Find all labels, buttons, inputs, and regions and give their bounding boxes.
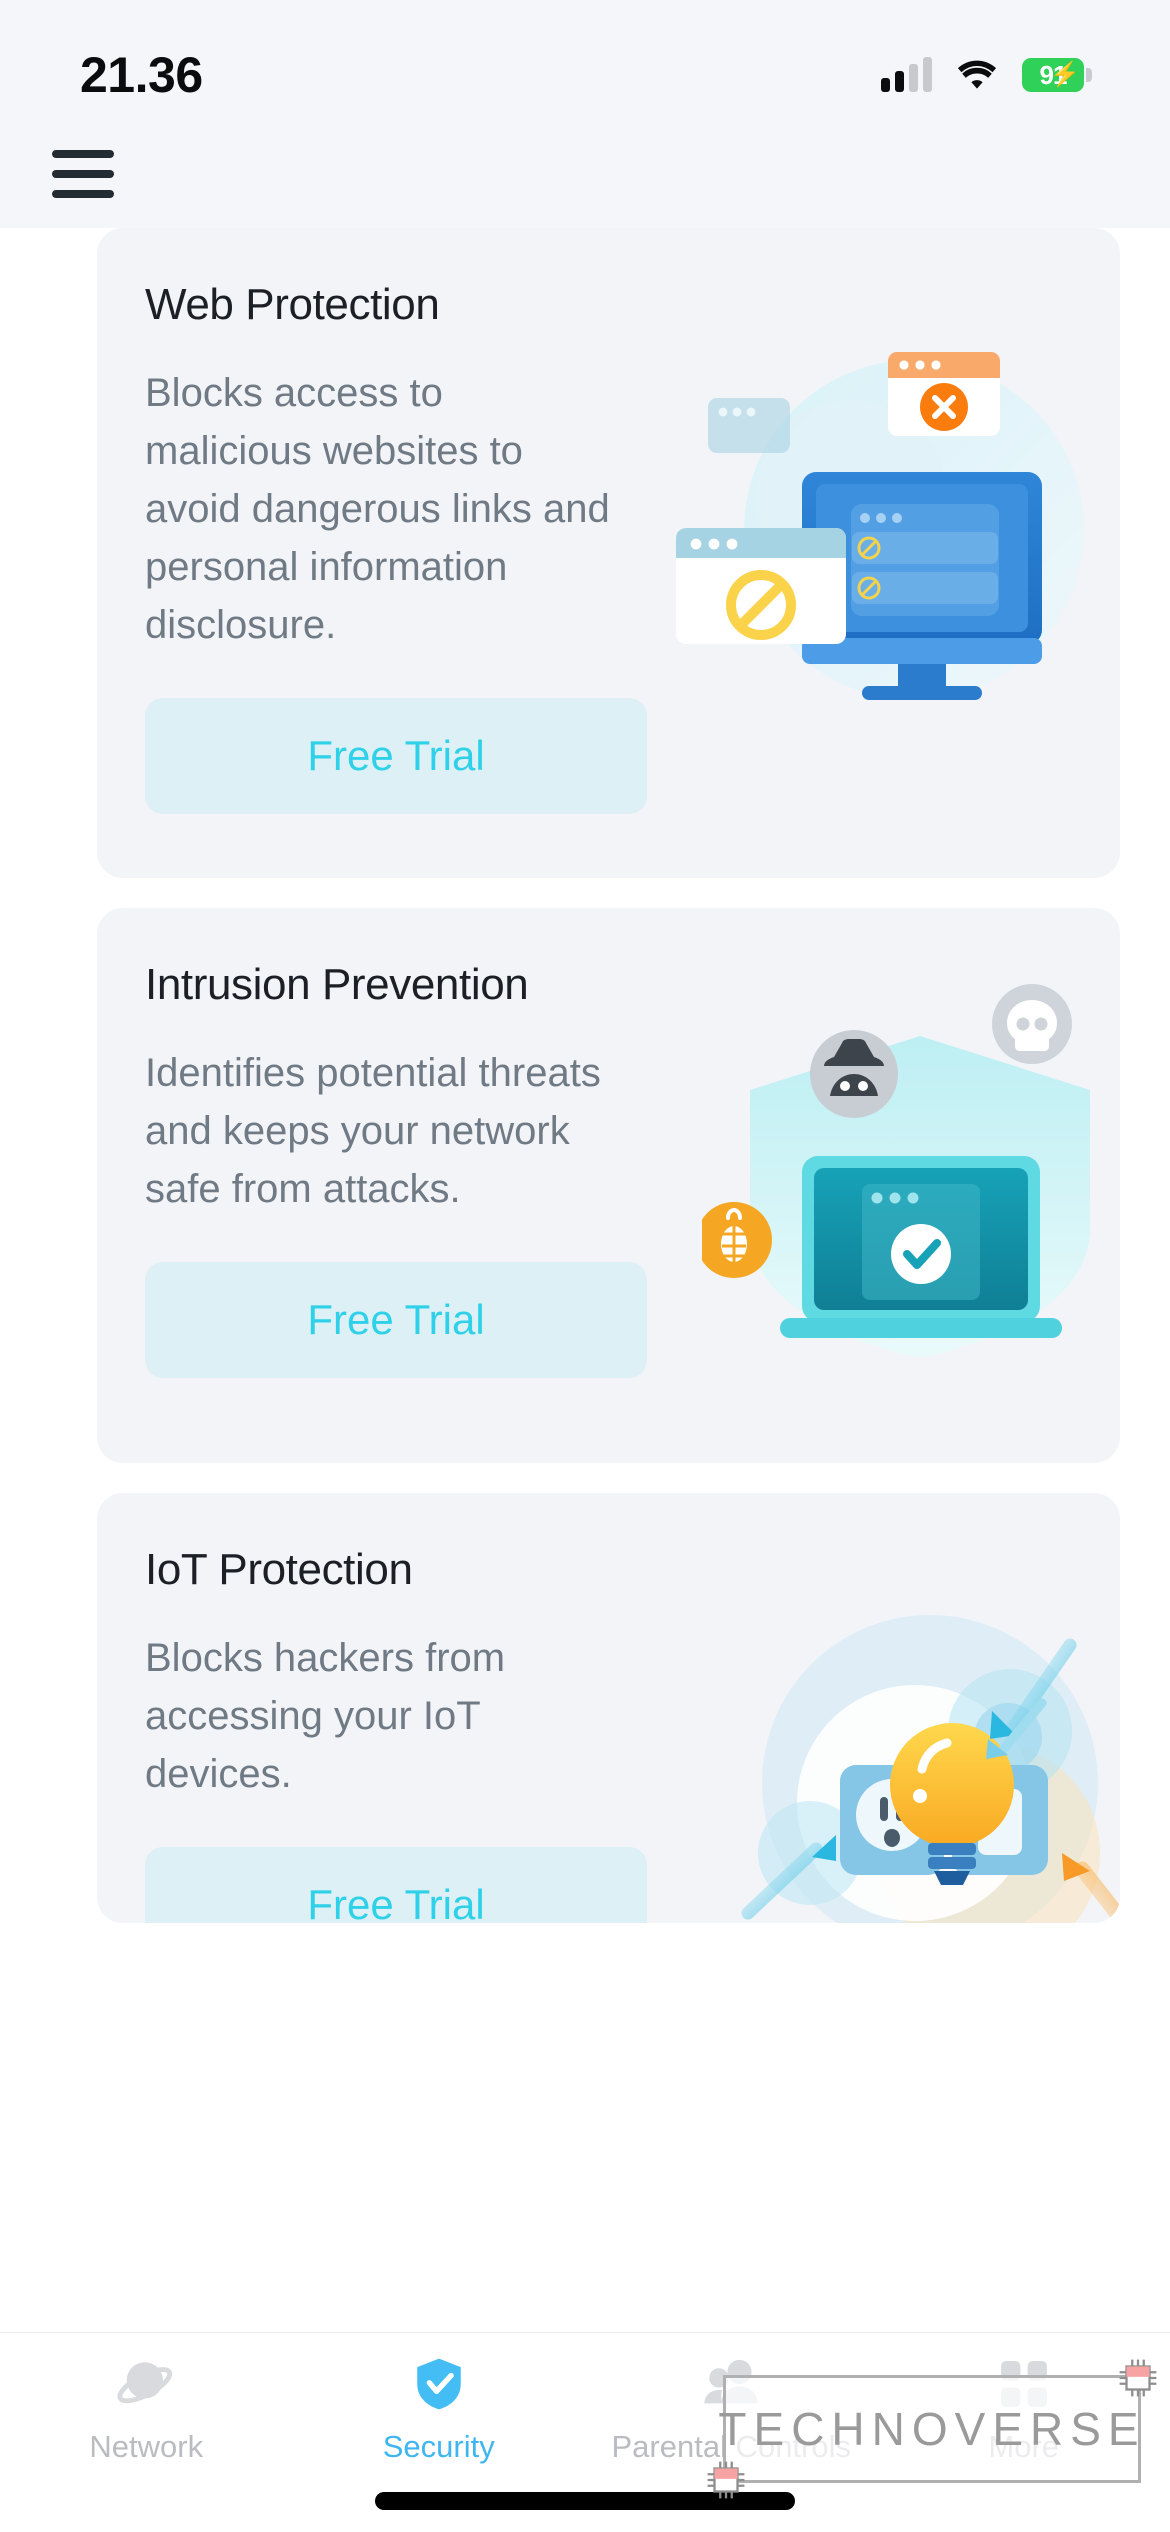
- feature-card-iot-protection[interactable]: IoT Protection Blocks hackers from acces…: [97, 1493, 1120, 1923]
- people-icon: [704, 2359, 758, 2404]
- card-title: Web Protection: [145, 280, 440, 329]
- card-title: IoT Protection: [145, 1545, 413, 1594]
- card-description: Blocks hackers from accessing your IoT d…: [145, 1636, 506, 1796]
- iot-protection-illustration: [741, 1615, 1120, 1923]
- battery-charging-icon: 91 ⚡: [1022, 58, 1092, 92]
- home-indicator: [375, 2492, 795, 2510]
- status-indicators: 91 ⚡: [881, 57, 1092, 93]
- content-scroll-area[interactable]: Web Protection Blocks access to maliciou…: [0, 228, 1170, 2404]
- cellular-signal-icon: [881, 57, 932, 92]
- planet-icon: [117, 2362, 173, 2404]
- tab-label: Security: [382, 2429, 495, 2464]
- feature-card-intrusion-prevention[interactable]: Intrusion Prevention Identifies potentia…: [97, 908, 1120, 1463]
- tab-parental-controls[interactable]: Parental Controls: [585, 2355, 878, 2465]
- card-description: Blocks access to malicious websites to a…: [145, 371, 610, 647]
- status-bar: 21.36 91 ⚡: [0, 0, 1170, 128]
- free-trial-button[interactable]: Free Trial: [145, 1262, 647, 1378]
- feature-card-web-protection[interactable]: Web Protection Blocks access to maliciou…: [97, 228, 1120, 878]
- wifi-icon: [957, 60, 997, 89]
- tab-label: Parental Controls: [611, 2429, 851, 2464]
- lightning-bolt-icon: ⚡: [1050, 61, 1080, 88]
- tab-more[interactable]: More: [878, 2355, 1170, 2465]
- tab-network[interactable]: Network: [0, 2355, 293, 2465]
- card-title: Intrusion Prevention: [145, 960, 529, 1009]
- bottom-tab-bar: Network Security Parental Controls More: [0, 2332, 1170, 2532]
- phone-screen: 21.36 91 ⚡ Web Protection Blocks access …: [0, 0, 1170, 2532]
- hamburger-menu-icon[interactable]: [52, 150, 114, 198]
- app-header: [0, 128, 1170, 228]
- tab-label: Network: [89, 2429, 204, 2464]
- tab-security[interactable]: Security: [293, 2355, 586, 2465]
- web-protection-illustration: [676, 352, 1084, 700]
- tab-label: More: [988, 2429, 1060, 2464]
- free-trial-button[interactable]: Free Trial: [145, 698, 647, 814]
- intrusion-prevention-illustration: [702, 984, 1090, 1358]
- card-description: Identifies potential threats and keeps y…: [145, 1051, 601, 1211]
- shield-check-icon: [417, 2358, 461, 2410]
- grid-squares-icon: [1000, 2361, 1047, 2407]
- free-trial-button[interactable]: Free Trial: [145, 1847, 647, 1923]
- status-time: 21.36: [80, 47, 203, 103]
